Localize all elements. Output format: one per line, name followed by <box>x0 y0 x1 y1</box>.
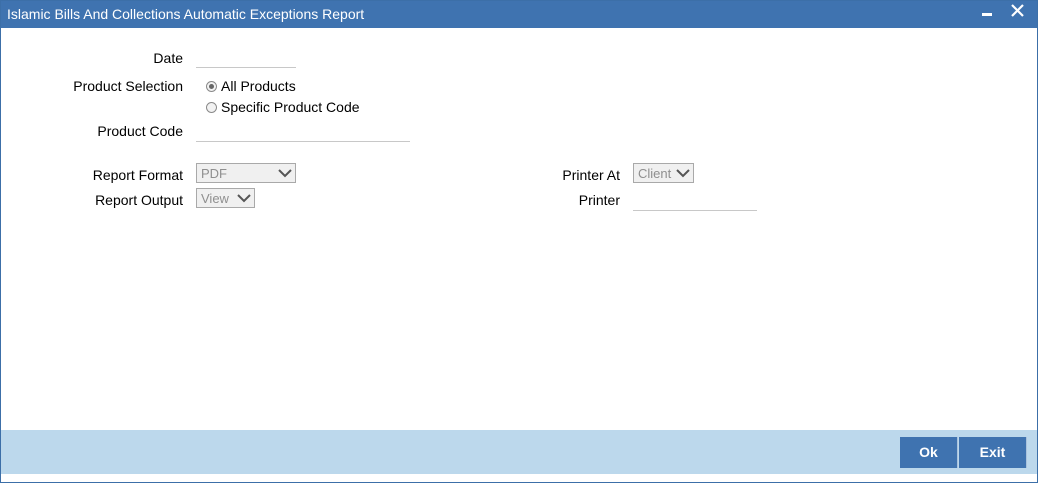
exit-button[interactable]: Exit <box>959 437 1027 468</box>
bottom-strip <box>1 474 1037 482</box>
printer-at-label: Printer At <box>562 167 620 183</box>
report-output-value: View <box>201 191 229 206</box>
minimize-icon[interactable] <box>977 2 999 24</box>
radio-specific-product-code-button[interactable] <box>206 101 217 113</box>
title-bar: Islamic Bills And Collections Automatic … <box>1 1 1037 28</box>
ok-button[interactable]: Ok <box>900 437 958 468</box>
report-format-label: Report Format <box>92 167 183 183</box>
report-window: Islamic Bills And Collections Automatic … <box>0 0 1038 483</box>
report-output-label: Report Output <box>95 192 183 208</box>
radio-all-products[interactable]: All Products <box>206 78 296 94</box>
chevron-down-icon <box>676 169 690 178</box>
radio-specific-product-code-label: Specific Product Code <box>221 99 360 115</box>
radio-all-products-label: All Products <box>221 78 296 94</box>
close-icon[interactable] <box>1007 2 1029 24</box>
radio-all-products-button[interactable] <box>206 80 217 92</box>
date-input[interactable] <box>196 47 296 68</box>
radio-specific-product-code[interactable]: Specific Product Code <box>206 99 360 115</box>
report-format-select[interactable]: PDF <box>196 163 296 183</box>
product-code-input[interactable] <box>196 121 410 142</box>
product-code-label: Product Code <box>97 123 183 139</box>
report-format-value: PDF <box>201 166 227 181</box>
printer-at-value: Client <box>638 166 672 181</box>
date-label: Date <box>153 50 183 66</box>
printer-at-select[interactable]: Client <box>633 163 694 183</box>
footer-bar: Ok Exit <box>1 430 1037 474</box>
window-title: Islamic Bills And Collections Automatic … <box>7 6 365 22</box>
printer-label: Printer <box>578 192 620 208</box>
chevron-down-icon <box>237 194 251 203</box>
report-output-select[interactable]: View <box>196 188 255 208</box>
product-selection-label: Product Selection <box>73 78 183 94</box>
printer-input[interactable] <box>633 190 757 211</box>
chevron-down-icon <box>278 169 292 178</box>
